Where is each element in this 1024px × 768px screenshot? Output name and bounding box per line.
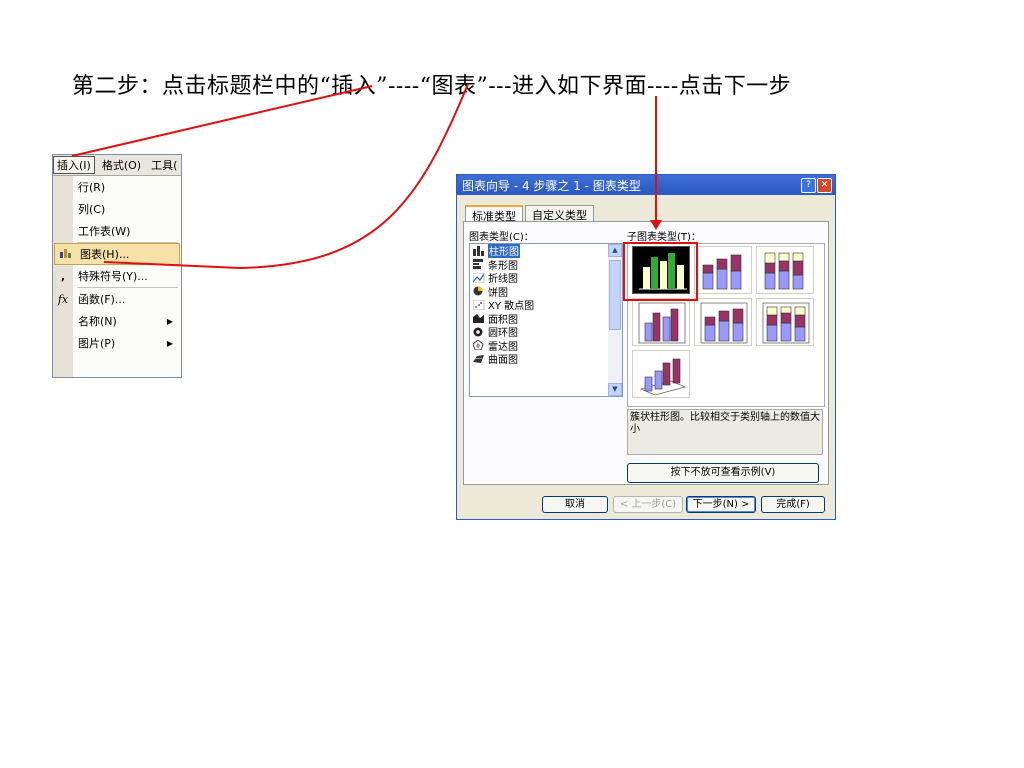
surface-chart-icon xyxy=(473,354,484,363)
scroll-thumb[interactable] xyxy=(609,260,621,330)
highlight-box xyxy=(623,242,698,301)
list-item-pie[interactable]: 饼图 xyxy=(470,285,622,299)
menu-item-special-symbol[interactable]: , 特殊符号(Y)... xyxy=(53,265,181,287)
menu-item-function[interactable]: fx 函数(F)... xyxy=(53,288,181,310)
subtype-3d-stacked-column[interactable] xyxy=(694,298,752,346)
subtype-percent-stacked-column[interactable] xyxy=(756,246,814,294)
doughnut-chart-icon xyxy=(473,327,483,337)
comma-icon: , xyxy=(60,269,66,283)
subtype-3d-column[interactable] xyxy=(632,350,690,398)
chart-wizard-dialog: 图表向导 - 4 步骤之 1 - 图表类型 ? ✕ 标准类型 自定义类型 图表类… xyxy=(456,174,836,520)
list-item-area[interactable]: 面积图 xyxy=(470,312,622,326)
menu-insert[interactable]: 插入(I) xyxy=(53,156,95,174)
list-item-bar[interactable]: 条形图 xyxy=(470,258,622,272)
list-scrollbar[interactable]: ▲ ▼ xyxy=(608,244,622,396)
submenu-arrow-icon: ▶ xyxy=(166,338,173,348)
chart-type-label: 图表类型(C)： xyxy=(469,232,534,243)
menu-item-chart[interactable]: 图表(H)... xyxy=(54,243,180,265)
subtype-stacked-column[interactable] xyxy=(694,246,752,294)
chart-type-list[interactable]: 柱形图 条形图 折线图 饼图 XY 散点图 面积图 圆环图 雷达图 曲面图 ▲ … xyxy=(469,243,623,397)
scroll-down-icon[interactable]: ▼ xyxy=(608,383,622,396)
list-item-surface[interactable]: 曲面图 xyxy=(470,352,622,366)
list-item-radar[interactable]: 雷达图 xyxy=(470,339,622,353)
bar-chart-icon xyxy=(473,259,483,270)
tab-custom-types[interactable]: 自定义类型 xyxy=(525,205,594,222)
subtype-3d-clustered-column[interactable] xyxy=(632,298,690,346)
insert-dropdown: 行(R) 列(C) 工作表(W) 图表(H)... , 特殊符号(Y)... f… xyxy=(53,176,181,377)
help-icon[interactable]: ? xyxy=(801,178,816,193)
list-item-column[interactable]: 柱形图 xyxy=(470,244,622,259)
back-button[interactable]: < 上一步(C) xyxy=(613,496,683,513)
menu-item-row[interactable]: 行(R) xyxy=(53,176,181,198)
line-chart-icon xyxy=(473,272,485,283)
fx-icon: fx xyxy=(57,292,69,306)
menu-item-picture[interactable]: 图片(P) ▶ xyxy=(53,332,181,354)
cancel-button[interactable]: 取消 xyxy=(542,496,608,513)
menu-format[interactable]: 格式(O) xyxy=(99,157,144,173)
next-button[interactable]: 下一步(N) > xyxy=(686,496,756,513)
list-item-scatter[interactable]: XY 散点图 xyxy=(470,298,622,312)
subtype-description: 簇状柱形图。比较相交于类别轴上的数值大小 xyxy=(627,409,823,455)
close-icon[interactable]: ✕ xyxy=(817,178,832,193)
submenu-arrow-icon: ▶ xyxy=(166,316,173,326)
insert-menu-screenshot: 插入(I) 格式(O) 工具( 行(R) 列(C) 工作表(W) 图表(H)..… xyxy=(52,154,182,378)
dialog-title: 图表向导 - 4 步骤之 1 - 图表类型 xyxy=(462,178,641,193)
menu-tools[interactable]: 工具( xyxy=(148,157,180,173)
menu-item-name[interactable]: 名称(N) ▶ xyxy=(53,310,181,332)
press-to-view-sample-button[interactable]: 按下不放可查看示例(V) xyxy=(627,463,819,483)
menu-item-column[interactable]: 列(C) xyxy=(53,198,181,220)
scatter-chart-icon xyxy=(473,299,485,310)
menu-item-worksheet[interactable]: 工作表(W) xyxy=(53,220,181,242)
list-item-doughnut[interactable]: 圆环图 xyxy=(470,325,622,339)
subtype-3d-percent-stacked-column[interactable] xyxy=(756,298,814,346)
area-chart-icon xyxy=(473,314,484,324)
finish-button[interactable]: 完成(F) xyxy=(761,496,825,513)
column-chart-icon xyxy=(473,245,484,256)
dialog-titlebar: 图表向导 - 4 步骤之 1 - 图表类型 ? ✕ xyxy=(457,175,835,195)
radar-chart-icon xyxy=(473,340,484,351)
subtype-label: 子图表类型(T)： xyxy=(627,232,701,243)
chart-icon xyxy=(58,247,72,262)
list-item-line[interactable]: 折线图 xyxy=(470,271,622,285)
scroll-up-icon[interactable]: ▲ xyxy=(608,244,622,257)
instruction-heading: 第二步：点击标题栏中的“插入”----“图表”---进入如下界面----点击下一… xyxy=(72,74,792,99)
pie-chart-icon xyxy=(473,286,483,296)
menu-bar: 插入(I) 格式(O) 工具( xyxy=(53,155,181,176)
